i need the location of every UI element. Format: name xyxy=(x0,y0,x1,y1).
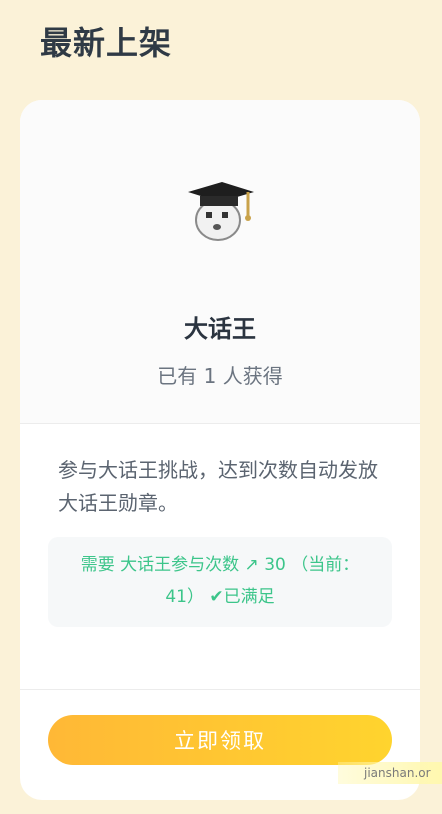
requirement-prefix: 需要 大话王参与次数 xyxy=(80,555,240,575)
check-icon: ✔ xyxy=(209,587,224,607)
page: 最新上架 大话王 已有 1 人获得 参与大话王挑战，达到次数自动发放大话王勋章。… xyxy=(0,0,442,814)
badge-card: 大话王 已有 1 人获得 参与大话王挑战，达到次数自动发放大话王勋章。 需要 大… xyxy=(20,100,420,800)
requirement-box: 需要 大话王参与次数 ↗ 30 （当前：41） ✔已满足 xyxy=(48,537,392,627)
claim-button[interactable]: 立即领取 xyxy=(48,715,392,765)
section-title: 最新上架 xyxy=(40,24,173,62)
badge-details: 参与大话王挑战，达到次数自动发放大话王勋章。 需要 大话王参与次数 ↗ 30 （… xyxy=(20,424,420,689)
badge-description: 参与大话王挑战，达到次数自动发放大话王勋章。 xyxy=(58,458,378,515)
arrow-up-right-icon: ↗ xyxy=(244,555,259,575)
badge-header: 大话王 已有 1 人获得 xyxy=(20,100,420,423)
badge-name: 大话王 xyxy=(184,315,256,343)
graduate-cap-badge-icon xyxy=(184,176,256,248)
requirement-target: 30 xyxy=(264,555,286,575)
requirement-status: 已满足 xyxy=(223,587,275,607)
badge-owners-count: 已有 1 人获得 xyxy=(157,364,283,388)
watermark: jianshan.or xyxy=(338,762,442,784)
